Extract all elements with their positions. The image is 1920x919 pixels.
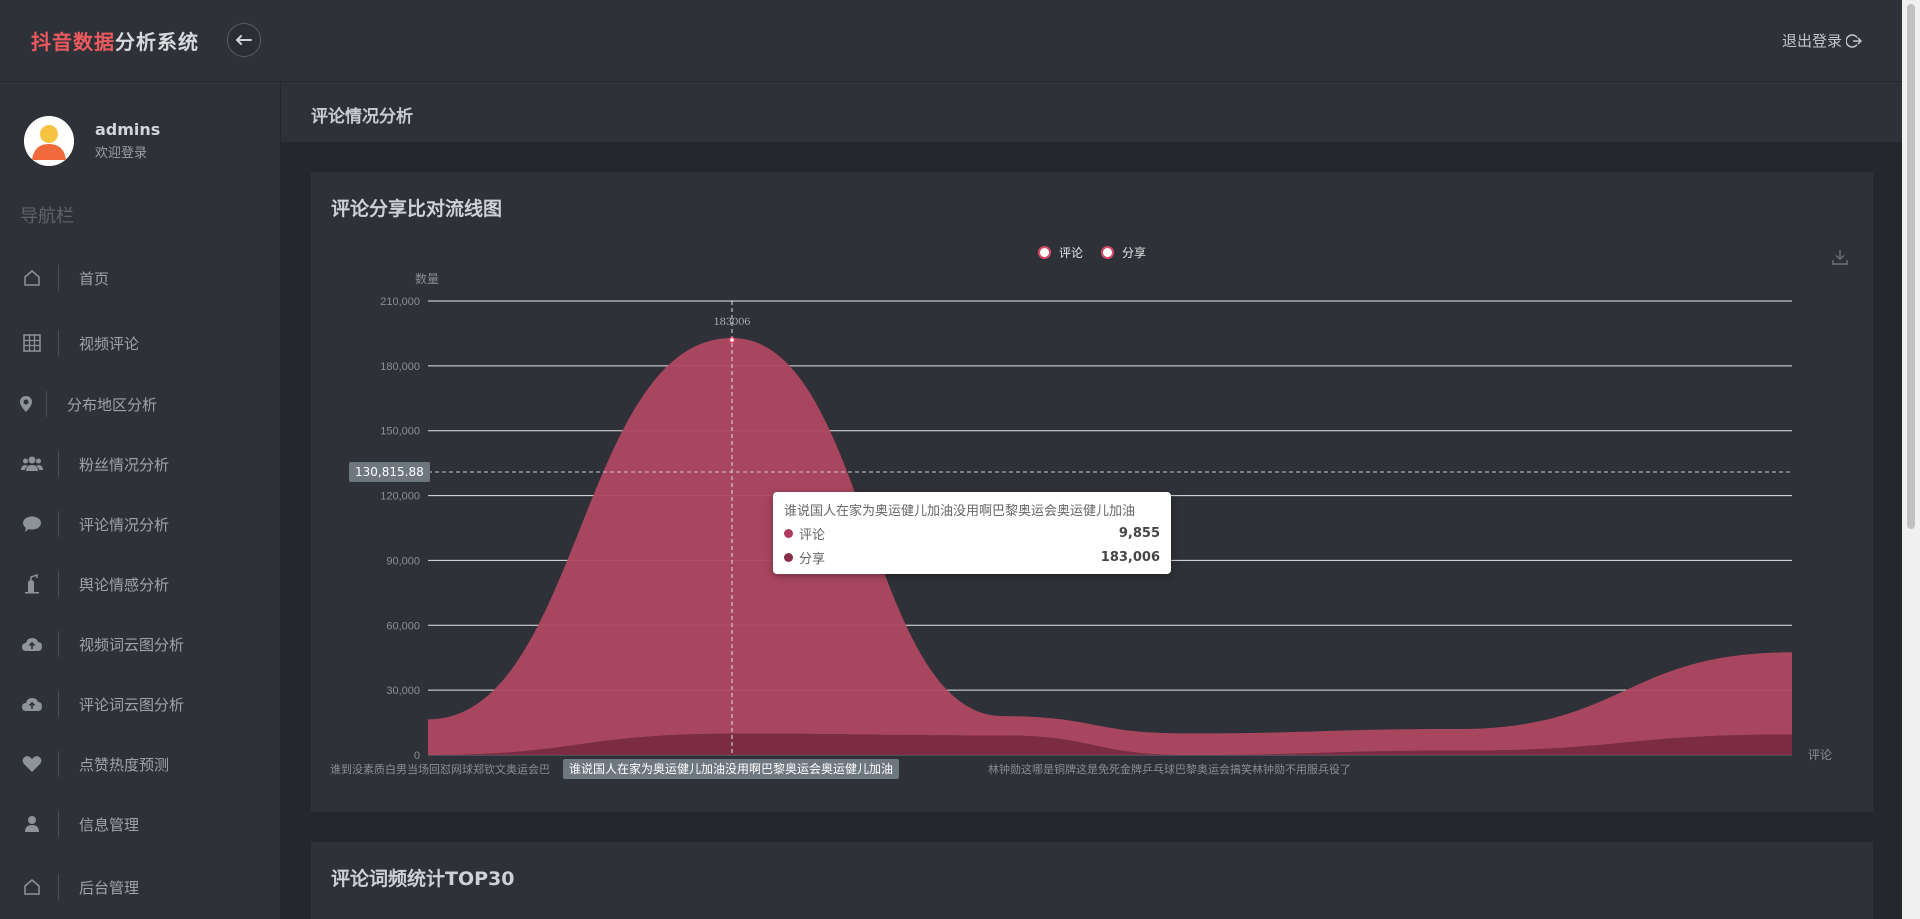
tooltip-series-value: 9,855 [1118, 525, 1160, 541]
legend-label: 分享 [1122, 246, 1147, 260]
content-header: 评论情况分析 [281, 82, 1902, 142]
cloud-upload-icon [20, 692, 44, 716]
sidebar-item-label: 视频评论 [79, 334, 140, 353]
brand-rest: 分析系统 [115, 30, 199, 54]
sidebar-item-likes-prediction[interactable]: 点赞热度预测 [0, 744, 280, 784]
logout-icon [1846, 33, 1862, 48]
user-name: admins [95, 120, 161, 139]
tooltip-row-shares: 分享 183,006 [784, 547, 1160, 567]
nav-separator [58, 631, 59, 657]
sidebar-item-label: 评论情况分析 [79, 515, 170, 534]
y-axis-pointer-label: 130,815.88 [349, 462, 430, 482]
logout-button[interactable]: 退出登录 [1782, 30, 1862, 51]
sidebar-item-comment-wordcloud[interactable]: 评论词云图分析 [0, 684, 280, 724]
sidebar-item-sentiment[interactable]: 舆论情感分析 [0, 564, 280, 604]
chart-legend: 评论 分享 [1038, 244, 1146, 261]
sidebar-item-video-wordcloud[interactable]: 视频词云图分析 [0, 624, 280, 664]
tooltip-title: 谁说国人在家为奥运健儿加油没用啊巴黎奥运会奥运健儿加油 [784, 504, 1136, 519]
nav-separator [58, 511, 59, 537]
chart-panel-title: 评论分享比对流线图 [331, 198, 503, 220]
download-chart-button[interactable] [1832, 249, 1848, 269]
user-icon [20, 812, 44, 836]
sidebar-item-label: 舆论情感分析 [79, 575, 170, 594]
chart-tooltip: 谁说国人在家为奥运健儿加油没用啊巴黎奥运会奥运健儿加油 评论 9,855 分享 … [773, 492, 1171, 574]
heart-icon [20, 752, 44, 776]
word-frequency-title: 评论词频统计TOP30 [331, 868, 515, 890]
nav-separator [58, 330, 59, 356]
sidebar-item-admin[interactable]: 后台管理 [0, 867, 280, 907]
nav-separator [58, 265, 59, 291]
brand-highlight: 抖音数据 [31, 30, 115, 54]
word-frequency-panel: 评论词频统计TOP30 [311, 842, 1873, 919]
app-brand: 抖音数据分析系统 [31, 26, 199, 55]
comment-icon [20, 512, 44, 536]
nav-separator [58, 751, 59, 777]
sidebar-item-home[interactable]: 首页 [0, 258, 280, 298]
tooltip-series-name: 分享 [799, 551, 826, 567]
users-icon [20, 452, 44, 476]
user-welcome: 欢迎登录 [95, 146, 148, 161]
map-marker-icon [14, 392, 38, 416]
page-title: 评论情况分析 [311, 107, 413, 127]
top-bar: 抖音数据分析系统 退出登录 [0, 0, 1902, 82]
avatar-icon [24, 116, 74, 166]
sidebar-item-label: 首页 [79, 269, 110, 288]
tooltip-marker [784, 528, 793, 538]
nav-title: 导航栏 [20, 206, 74, 227]
nav-separator [58, 874, 59, 900]
home-icon [20, 266, 44, 290]
arrow-left-icon [236, 35, 252, 45]
sidebar: admins 欢迎登录 导航栏 首页 视频评论 分布地区分析 粉丝情况分析 评论… [0, 82, 281, 919]
sidebar-item-label: 分布地区分析 [67, 395, 158, 414]
sidebar-item-region[interactable]: 分布地区分析 [0, 384, 280, 424]
sidebar-item-label: 粉丝情况分析 [79, 455, 170, 474]
tooltip-series-value: 183,006 [1100, 549, 1160, 565]
legend-marker [1038, 246, 1051, 259]
fire-extinguisher-icon [20, 572, 44, 596]
x-axis-pointer-label: 谁说国人在家为奥运健儿加油没用啊巴黎奥运会奥运健儿加油 [563, 759, 900, 779]
home-icon [20, 875, 44, 899]
tooltip-row-comments: 评论 9,855 [784, 523, 1160, 543]
nav-separator [46, 391, 47, 417]
legend-item-shares[interactable]: 分享 [1101, 244, 1146, 261]
cloud-upload-icon [20, 632, 44, 656]
sidebar-item-label: 评论词云图分析 [79, 695, 185, 714]
sidebar-item-label: 视频词云图分析 [79, 635, 185, 654]
logout-label: 退出登录 [1781, 32, 1842, 50]
sidebar-item-fans[interactable]: 粉丝情况分析 [0, 444, 280, 484]
tooltip-marker [784, 552, 793, 562]
legend-marker [1101, 246, 1115, 259]
nav-separator [58, 451, 59, 477]
sidebar-item-label: 点赞热度预测 [79, 755, 170, 774]
legend-label: 评论 [1059, 246, 1084, 260]
collapse-sidebar-button[interactable] [227, 23, 261, 57]
sidebar-item-video-comments[interactable]: 视频评论 [0, 323, 280, 363]
avatar [24, 116, 74, 166]
tooltip-series-name: 评论 [799, 527, 826, 543]
scrollbar-thumb[interactable] [1907, 4, 1915, 529]
sidebar-item-comments[interactable]: 评论情况分析 [0, 504, 280, 544]
sidebar-item-label: 后台管理 [79, 878, 140, 897]
nav-separator [58, 571, 59, 597]
sidebar-item-label: 信息管理 [79, 815, 140, 834]
page-scrollbar[interactable] [1902, 0, 1920, 919]
nav-separator [58, 811, 59, 837]
sidebar-item-info-management[interactable]: 信息管理 [0, 804, 280, 844]
table-icon [20, 331, 44, 355]
legend-item-comments[interactable]: 评论 [1038, 244, 1083, 261]
download-icon [1832, 250, 1848, 265]
nav-separator [58, 691, 59, 717]
